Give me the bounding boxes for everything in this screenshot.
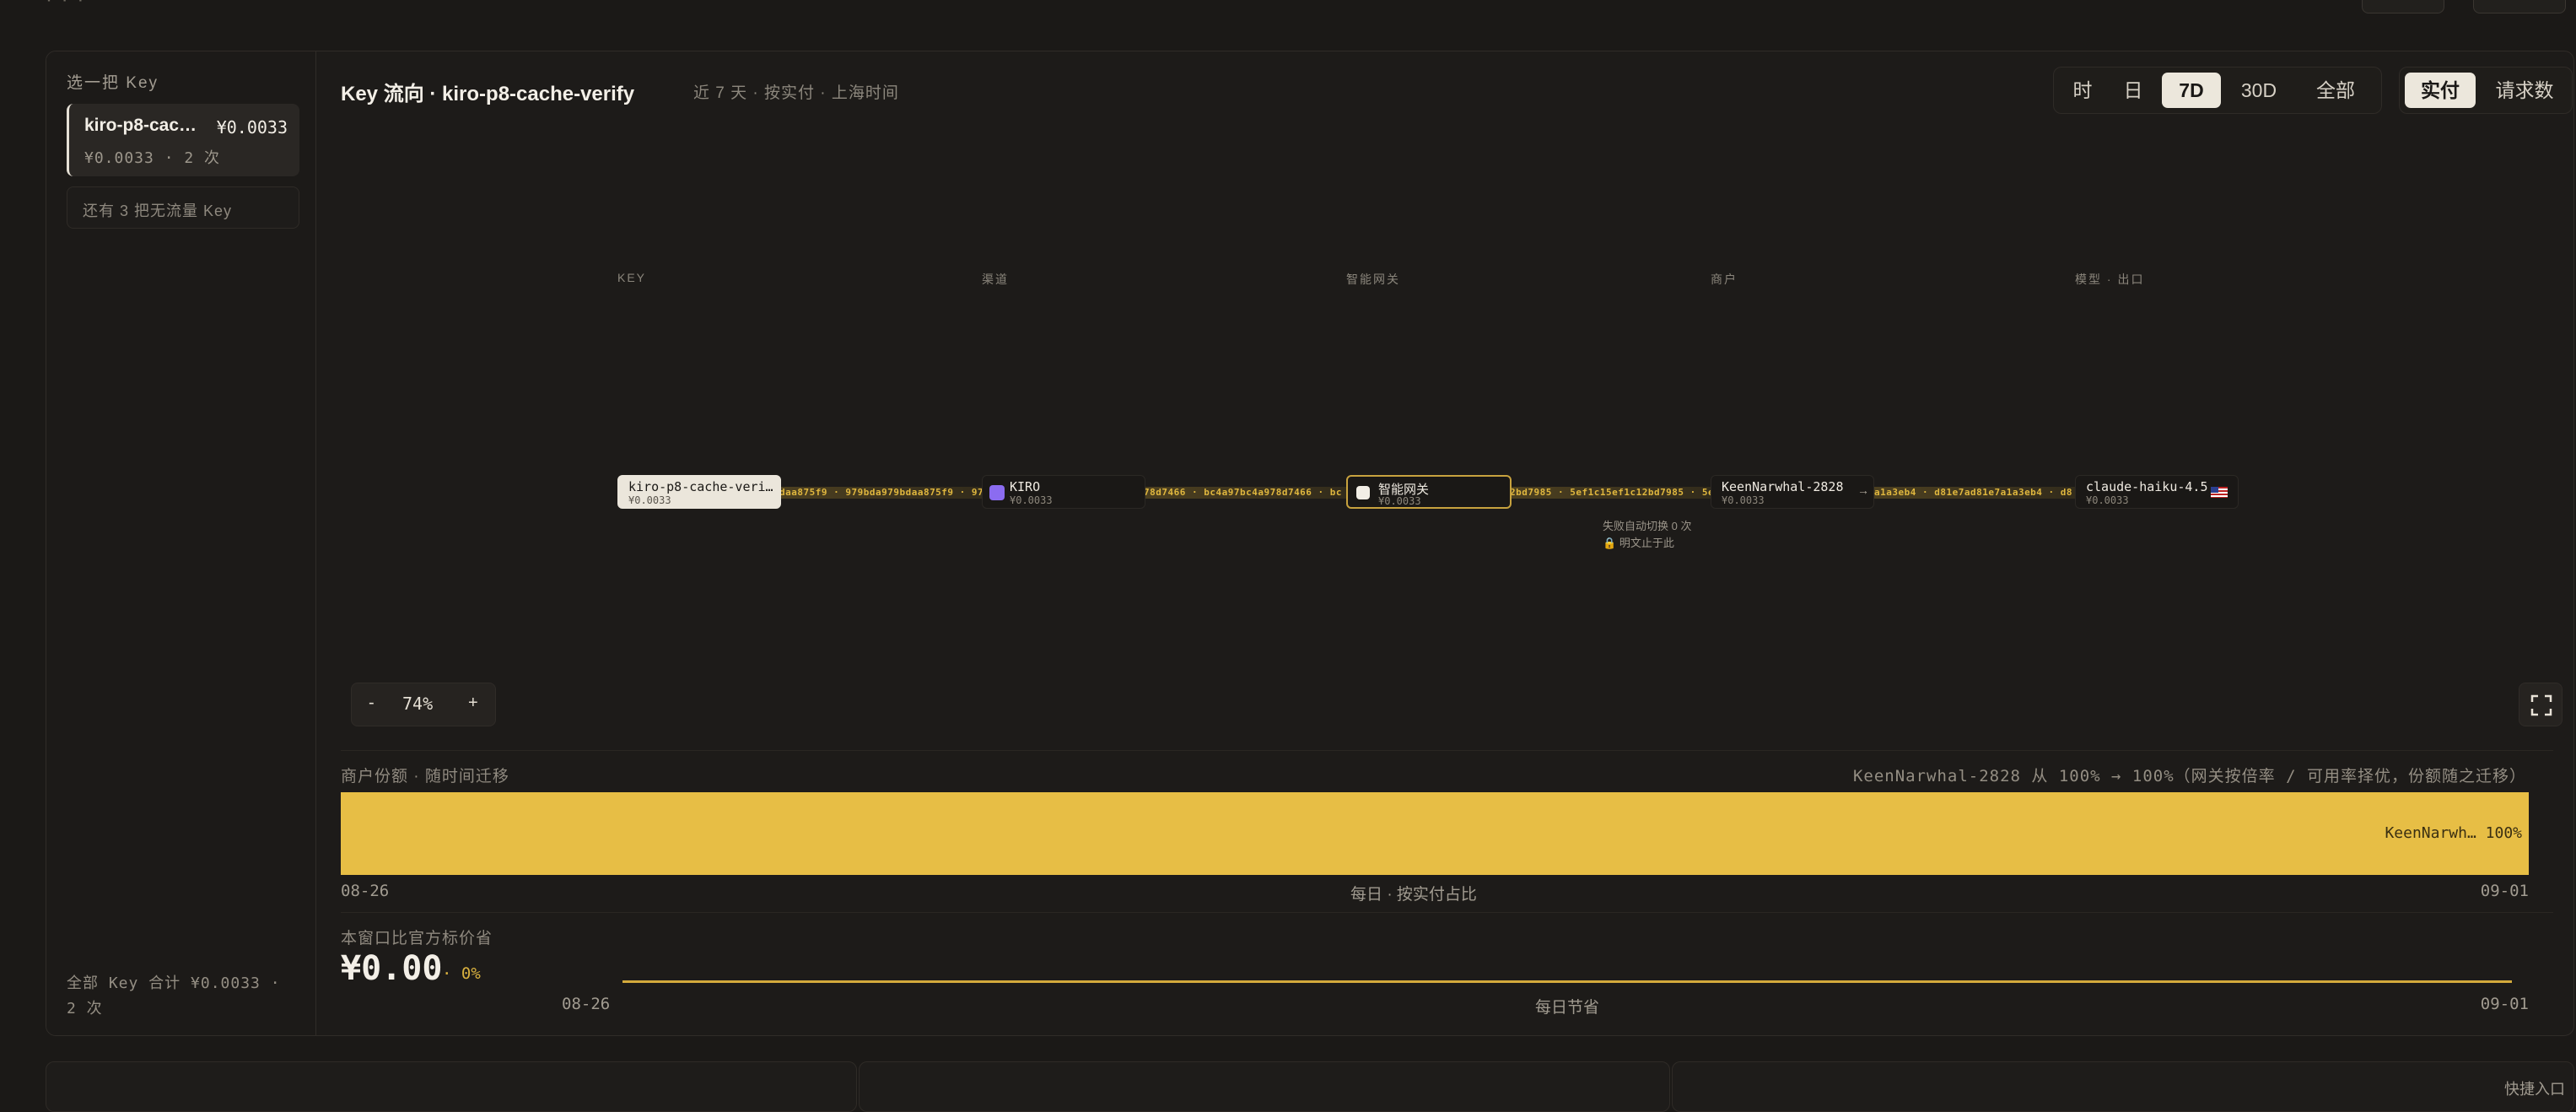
fullscreen-icon [2530, 694, 2552, 716]
flow-node-model[interactable]: claude-haiku-4.5 ¥0.0033 [2075, 475, 2239, 509]
top-layout-button[interactable] [2473, 0, 2566, 13]
flow-link-gateway-merchant: 2bd7985 · 5ef1c15ef1c12bd7985 · 5e [1510, 487, 1712, 499]
node-channel-value: ¥0.0033 [1010, 494, 1053, 506]
share-x-start: 08-26 [341, 882, 390, 900]
metric-requests-tab[interactable]: 请求数 [2481, 73, 2568, 108]
flow-meta: 近 7 天 · 按实付 · 上海时间 [693, 84, 899, 102]
column-channel: 渠道 [982, 273, 1009, 286]
flow-link-key-channel: daa875f9 · 979bda979bdaa875f9 · 97 [779, 487, 984, 499]
savings-x-mid: 每日节省 [1534, 999, 1599, 1017]
range-30d-tab[interactable]: 30D [2226, 73, 2292, 108]
savings-x-start: 08-26 [562, 995, 611, 1013]
selected-key-card[interactable]: kiro-p8-cac… ¥0.0033 ¥0.0033 · 2 次 [67, 104, 299, 176]
bottom-card: 快捷入口 [1672, 1061, 2574, 1112]
flow-link-merchant-model: a1a3eb4 · d81e7ad81e7a1a3eb4 · d8 [1874, 487, 2077, 499]
range-hour-tab[interactable]: 时 [2059, 73, 2106, 108]
divider [341, 912, 2553, 913]
savings-title: 本窗口比官方标价省 [341, 930, 493, 947]
node-model-label: claude-haiku-4.5 [2086, 479, 2208, 494]
savings-pct: · 0% [442, 964, 481, 983]
top-button[interactable] [2362, 0, 2444, 13]
link-arrow: → [1857, 483, 1869, 497]
flow-node-channel[interactable]: KIRO ¥0.0033 [982, 475, 1145, 509]
gateway-failover-note: 失败自动切换 0 次 [1603, 520, 1692, 532]
zoom-out-button[interactable]: - [369, 694, 375, 713]
more-keys-button[interactable]: 还有 3 把无流量 Key [67, 186, 299, 229]
node-channel-label: KIRO [1010, 479, 1041, 494]
node-model-value: ¥0.0033 [2086, 494, 2129, 506]
key-sidebar: 选一把 Key kiro-p8-cac… ¥0.0033 ¥0.0033 · 2… [46, 51, 316, 1035]
key-name: kiro-p8-cac… [84, 116, 197, 135]
key-usage: ¥0.0033 · 2 次 [84, 149, 221, 167]
savings-line [622, 980, 2512, 983]
range-selector: 时 日 7D 30D 全部 [2053, 67, 2382, 114]
fullscreen-button[interactable] [2519, 683, 2563, 726]
flow-link-channel-gateway: 78d7466 · bc4a97bc4a978d7466 · bc [1144, 487, 1348, 499]
kiro-icon [989, 485, 1005, 500]
share-title: 商户份额 · 随时间迁移 [341, 768, 509, 785]
us-flag-icon [2211, 487, 2228, 498]
node-key-value: ¥0.0033 [628, 494, 671, 506]
column-model: 模型 · 出口 [2075, 273, 2145, 286]
column-gateway: 智能网关 [1346, 273, 1400, 286]
node-merchant-label: KeenNarwhal-2828 [1722, 479, 1844, 494]
merchant-share-bar: KeenNarwh… 100% [341, 792, 2529, 875]
node-key-label: kiro-p8-cache-veri… [628, 479, 773, 494]
top-strip: · · · [0, 0, 2576, 30]
node-merchant-value: ¥0.0033 [1722, 494, 1765, 506]
zoom-control: - 74% + [351, 683, 496, 726]
zoom-level: 74% [402, 694, 434, 714]
key-cost: ¥0.0033 [216, 117, 288, 138]
metric-selector: 实付 请求数 [2399, 67, 2573, 114]
column-key: KEY [617, 271, 647, 284]
range-7d-tab[interactable]: 7D [2162, 73, 2221, 108]
range-all-tab[interactable]: 全部 [2297, 73, 2374, 108]
share-x-mid: 每日 · 按实付占比 [1350, 886, 1477, 904]
flow-node-merchant[interactable]: KeenNarwhal-2828 ¥0.0033 [1711, 475, 1874, 509]
column-merchant: 商户 [1711, 273, 1738, 286]
savings-amount: ¥0.00 [341, 949, 443, 988]
lock-icon: 🔒 [1603, 537, 1617, 549]
range-day-tab[interactable]: 日 [2110, 73, 2157, 108]
metric-paid-tab[interactable]: 实付 [2405, 73, 2476, 108]
gateway-lock-text: 明文止于此 [1619, 537, 1674, 549]
share-note: KeenNarwhal-2828 从 100% → 100%（网关按倍率 / 可… [1852, 767, 2526, 785]
gateway-icon [1356, 486, 1370, 499]
sidebar-total: 全部 Key 合计 ¥0.0033 · 2 次 [67, 974, 281, 1018]
node-gateway-value: ¥0.0033 [1378, 495, 1421, 507]
zoom-in-button[interactable]: + [468, 694, 478, 713]
quick-entry-label[interactable]: 快捷入口 [2504, 1077, 2565, 1099]
sidebar-title: 选一把 Key [67, 74, 159, 92]
flow-node-key[interactable]: kiro-p8-cache-veri… ¥0.0033 [617, 475, 781, 509]
divider [341, 750, 2553, 751]
gateway-lock-note: 🔒 明文止于此 [1603, 534, 1674, 550]
bottom-card [46, 1061, 857, 1112]
key-flow-panel: 选一把 Key kiro-p8-cac… ¥0.0033 ¥0.0033 · 2… [46, 51, 2574, 1036]
share-segment-label: KeenNarwh… 100% [2385, 824, 2522, 842]
flow-node-gateway[interactable]: 智能网关 ¥0.0033 [1346, 475, 1512, 509]
top-breadcrumb-ghost: · · · [46, 0, 85, 12]
flow-title: Key 流向 · kiro-p8-cache-verify [341, 83, 635, 105]
flow-main: Key 流向 · kiro-p8-cache-verify 近 7 天 · 按实… [317, 51, 2573, 1035]
bottom-card [859, 1061, 1670, 1112]
